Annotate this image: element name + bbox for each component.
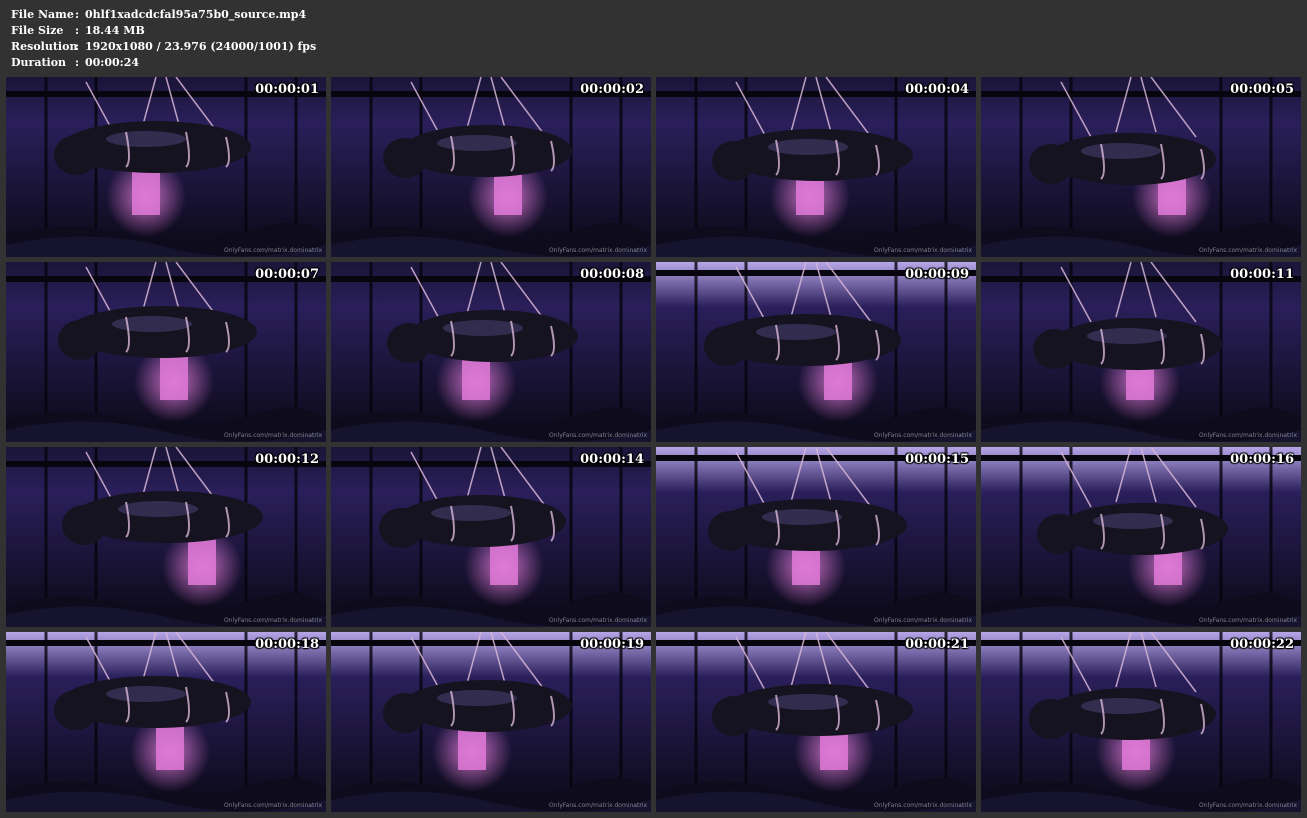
duration-value: 00:00:24 <box>85 56 140 69</box>
thumbnail-scene <box>6 447 326 627</box>
thumbnail-scene <box>331 447 651 627</box>
thumbnail-scene <box>656 262 976 442</box>
video-thumbnail[interactable]: 00:00:12 OnlyFans.com/matrix.dominatrix <box>6 447 326 627</box>
file-size-value: 18.44 MB <box>85 24 145 37</box>
thumbnail-scene <box>6 632 326 812</box>
video-thumbnail[interactable]: 00:00:02 OnlyFans.com/matrix.dominatrix <box>331 77 651 257</box>
video-thumbnail[interactable]: 00:00:05 OnlyFans.com/matrix.dominatrix <box>981 77 1301 257</box>
thumbnail-timestamp: 00:00:14 <box>580 452 644 467</box>
duration-row: Duration : 00:00:24 <box>11 55 316 71</box>
watermark: OnlyFans.com/matrix.dominatrix <box>549 802 647 809</box>
thumbnail-scene <box>981 447 1301 627</box>
thumbnail-scene <box>656 632 976 812</box>
thumbnail-timestamp: 00:00:15 <box>905 452 969 467</box>
video-thumbnail[interactable]: 00:00:15 OnlyFans.com/matrix.dominatrix <box>656 447 976 627</box>
thumbnail-timestamp: 00:00:21 <box>905 637 969 652</box>
separator: : <box>75 56 80 69</box>
thumbnail-timestamp: 00:00:07 <box>255 267 319 282</box>
resolution-row: Resolution : 1920x1080 / 23.976 (24000/1… <box>11 39 316 55</box>
thumbnail-scene <box>6 262 326 442</box>
thumbnail-scene <box>656 447 976 627</box>
watermark: OnlyFans.com/matrix.dominatrix <box>1199 247 1297 254</box>
watermark: OnlyFans.com/matrix.dominatrix <box>1199 617 1297 624</box>
watermark: OnlyFans.com/matrix.dominatrix <box>549 432 647 439</box>
file-name-row: File Name : 0hlf1xadcdcfal95a75b0_source… <box>11 7 316 23</box>
video-thumbnail[interactable]: 00:00:07 OnlyFans.com/matrix.dominatrix <box>6 262 326 442</box>
thumbnail-scene <box>981 262 1301 442</box>
video-thumbnail[interactable]: 00:00:18 OnlyFans.com/matrix.dominatrix <box>6 632 326 812</box>
video-thumbnail[interactable]: 00:00:01 OnlyFans.com/matrix.dominatrix <box>6 77 326 257</box>
thumbnail-timestamp: 00:00:05 <box>1230 82 1294 97</box>
thumbnail-scene <box>981 77 1301 257</box>
thumbnail-grid: 00:00:01 OnlyFans.com/matrix.dominatrix <box>6 77 1301 813</box>
file-size-row: File Size : 18.44 MB <box>11 23 316 39</box>
thumbnail-timestamp: 00:00:12 <box>255 452 319 467</box>
video-thumbnail[interactable]: 00:00:08 OnlyFans.com/matrix.dominatrix <box>331 262 651 442</box>
thumbnail-timestamp: 00:00:18 <box>255 637 319 652</box>
thumbnail-scene <box>6 77 326 257</box>
thumbnail-timestamp: 00:00:19 <box>580 637 644 652</box>
watermark: OnlyFans.com/matrix.dominatrix <box>224 617 322 624</box>
video-thumbnail[interactable]: 00:00:11 OnlyFans.com/matrix.dominatrix <box>981 262 1301 442</box>
watermark: OnlyFans.com/matrix.dominatrix <box>874 617 972 624</box>
thumbnail-timestamp: 00:00:01 <box>255 82 319 97</box>
separator: : <box>75 40 80 53</box>
video-thumbnail[interactable]: 00:00:21 OnlyFans.com/matrix.dominatrix <box>656 632 976 812</box>
watermark: OnlyFans.com/matrix.dominatrix <box>549 617 647 624</box>
thumbnail-scene <box>656 77 976 257</box>
video-thumbnail[interactable]: 00:00:22 OnlyFans.com/matrix.dominatrix <box>981 632 1301 812</box>
duration-label: Duration <box>11 56 67 69</box>
watermark: OnlyFans.com/matrix.dominatrix <box>874 802 972 809</box>
thumbnail-timestamp: 00:00:08 <box>580 267 644 282</box>
watermark: OnlyFans.com/matrix.dominatrix <box>549 247 647 254</box>
video-thumbnail[interactable]: 00:00:16 OnlyFans.com/matrix.dominatrix <box>981 447 1301 627</box>
thumbnail-timestamp: 00:00:02 <box>580 82 644 97</box>
resolution-label: Resolution <box>11 40 78 53</box>
thumbnail-scene <box>331 262 651 442</box>
file-name-value: 0hlf1xadcdcfal95a75b0_source.mp4 <box>85 8 307 21</box>
separator: : <box>75 8 80 21</box>
video-thumbnail[interactable]: 00:00:19 OnlyFans.com/matrix.dominatrix <box>331 632 651 812</box>
watermark: OnlyFans.com/matrix.dominatrix <box>874 247 972 254</box>
video-thumbnail[interactable]: 00:00:09 OnlyFans.com/matrix.dominatrix <box>656 262 976 442</box>
thumbnail-scene <box>331 77 651 257</box>
resolution-value: 1920x1080 / 23.976 (24000/1001) fps <box>85 40 317 53</box>
watermark: OnlyFans.com/matrix.dominatrix <box>1199 802 1297 809</box>
thumbnail-timestamp: 00:00:16 <box>1230 452 1294 467</box>
thumbnail-scene <box>331 632 651 812</box>
video-thumbnail[interactable]: 00:00:04 OnlyFans.com/matrix.dominatrix <box>656 77 976 257</box>
file-info-panel: File Name : 0hlf1xadcdcfal95a75b0_source… <box>11 7 316 71</box>
watermark: OnlyFans.com/matrix.dominatrix <box>874 432 972 439</box>
watermark: OnlyFans.com/matrix.dominatrix <box>224 247 322 254</box>
thumbnail-scene <box>981 632 1301 812</box>
thumbnail-timestamp: 00:00:09 <box>905 267 969 282</box>
watermark: OnlyFans.com/matrix.dominatrix <box>1199 432 1297 439</box>
watermark: OnlyFans.com/matrix.dominatrix <box>224 432 322 439</box>
separator: : <box>75 24 80 37</box>
file-name-label: File Name <box>11 8 74 21</box>
thumbnail-timestamp: 00:00:22 <box>1230 637 1294 652</box>
video-thumbnail[interactable]: 00:00:14 OnlyFans.com/matrix.dominatrix <box>331 447 651 627</box>
watermark: OnlyFans.com/matrix.dominatrix <box>224 802 322 809</box>
thumbnail-timestamp: 00:00:11 <box>1230 267 1294 282</box>
thumbnail-timestamp: 00:00:04 <box>905 82 969 97</box>
file-size-label: File Size <box>11 24 64 37</box>
